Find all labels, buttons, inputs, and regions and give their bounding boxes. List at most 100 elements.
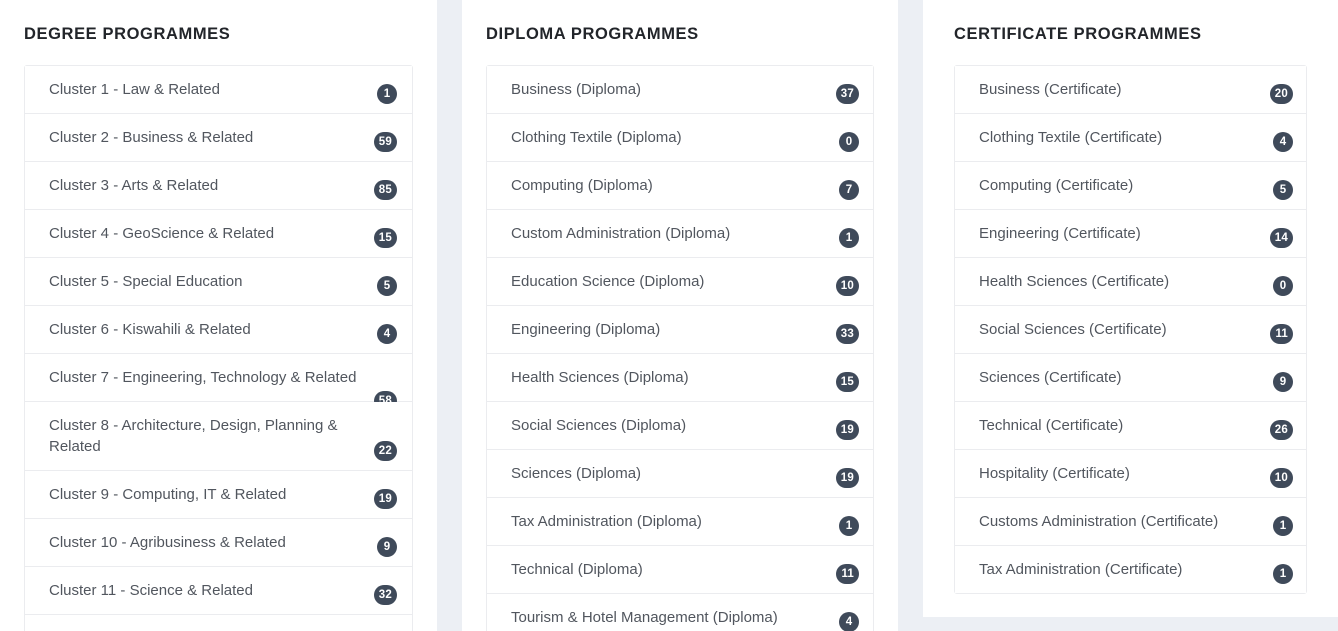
list-item-label: Social Sciences (Certificate) [979, 321, 1167, 338]
list-item-label: Cluster 4 - GeoScience & Related [49, 225, 275, 242]
degree-programmes-title: DEGREE PROGRAMMES [24, 25, 231, 43]
list-item[interactable]: Cluster 7 - Engineering, Technology & Re… [25, 354, 412, 411]
list-item[interactable]: Cluster 8 - Architecture, Design, Planni… [25, 402, 412, 471]
status-badge: 26 [1269, 420, 1293, 440]
list-item[interactable]: Technical (Certificate) 26 [955, 402, 1306, 450]
list-item[interactable]: Cluster 11 - Science & Related 32 [25, 567, 412, 615]
list-item-label: Tax Administration (Certificate) [979, 561, 1183, 578]
certificate-programmes-list: Business (Certificate) 20 Clothing Texti… [954, 65, 1307, 594]
list-item-label: Computing (Certificate) [979, 177, 1134, 194]
list-item[interactable]: Cluster 9 - Computing, IT & Related 19 [25, 471, 412, 519]
list-item[interactable]: Cluster 12 - Mathematics, Economics & Re… [25, 615, 412, 631]
list-item[interactable]: Social Sciences (Certificate) 11 [955, 306, 1306, 354]
status-badge: 20 [1269, 84, 1293, 104]
list-item-label: Business (Certificate) [979, 81, 1122, 98]
list-item-label: Hospitality (Certificate) [979, 465, 1130, 482]
list-item-label: Health Sciences (Diploma) [511, 369, 689, 386]
list-item[interactable]: Health Sciences (Certificate) 0 [955, 258, 1306, 306]
status-badge: 10 [1269, 468, 1293, 488]
list-item-label: Clothing Textile (Certificate) [979, 129, 1163, 146]
status-badge: 1 [839, 228, 859, 248]
panel-gap [437, 0, 462, 631]
list-item[interactable]: Hospitality (Certificate) 10 [955, 450, 1306, 498]
list-item[interactable]: Sciences (Certificate) 9 [955, 354, 1306, 402]
status-badge: 59 [373, 132, 397, 152]
status-badge: 4 [377, 324, 397, 344]
status-badge: 1 [839, 516, 859, 536]
list-item-label: Tax Administration (Diploma) [511, 513, 702, 530]
list-item[interactable]: Technical (Diploma) 11 [487, 546, 873, 594]
list-item[interactable]: Cluster 10 - Agribusiness & Related 9 [25, 519, 412, 567]
list-item-label: Health Sciences (Certificate) [979, 273, 1170, 290]
list-item[interactable]: Cluster 6 - Kiswahili & Related 4 [25, 306, 412, 354]
status-badge: 1 [377, 84, 397, 104]
list-item[interactable]: Tax Administration (Diploma) 1 [487, 498, 873, 546]
list-item-label: Cluster 6 - Kiswahili & Related [49, 321, 251, 338]
list-item[interactable]: Tax Administration (Certificate) 1 [955, 546, 1306, 593]
panel-gap [898, 0, 923, 631]
diploma-programmes-title: DIPLOMA PROGRAMMES [486, 25, 699, 43]
list-item[interactable]: Computing (Certificate) 5 [955, 162, 1306, 210]
status-badge: 9 [377, 537, 397, 557]
list-item[interactable]: Sciences (Diploma) 19 [487, 450, 873, 498]
list-item-label: Cluster 2 - Business & Related [49, 129, 254, 146]
list-item[interactable]: Cluster 1 - Law & Related 1 [25, 66, 412, 114]
diploma-programmes-panel: DIPLOMA PROGRAMMES Business (Diploma) 37… [462, 0, 898, 631]
list-item[interactable]: Tourism & Hotel Management (Diploma) 4 [487, 594, 873, 631]
status-badge: 9 [1273, 372, 1293, 392]
list-item-label: Cluster 8 - Architecture, Design, Planni… [49, 417, 338, 455]
list-item[interactable]: Customs Administration (Certificate) 1 [955, 498, 1306, 546]
programmes-page: DEGREE PROGRAMMES Cluster 1 - Law & Rela… [0, 0, 1338, 631]
diploma-programmes-list: Business (Diploma) 37 Clothing Textile (… [486, 65, 874, 631]
status-badge: 19 [835, 468, 859, 488]
list-item-label: Technical (Diploma) [511, 561, 643, 578]
list-item[interactable]: Cluster 5 - Special Education 5 [25, 258, 412, 306]
list-item[interactable]: Clothing Textile (Certificate) 4 [955, 114, 1306, 162]
list-item-label: Computing (Diploma) [511, 177, 653, 194]
list-item-label: Sciences (Diploma) [511, 465, 642, 482]
list-item[interactable]: Education Science (Diploma) 10 [487, 258, 873, 306]
list-item-label: Sciences (Certificate) [979, 369, 1122, 386]
status-badge: 15 [373, 228, 397, 248]
status-badge: 14 [1269, 228, 1293, 248]
status-badge: 37 [835, 84, 859, 104]
certificate-programmes-title: CERTIFICATE PROGRAMMES [954, 25, 1202, 43]
list-item[interactable]: Business (Certificate) 20 [955, 66, 1306, 114]
list-item[interactable]: Custom Administration (Diploma) 1 [487, 210, 873, 258]
status-badge: 11 [836, 564, 859, 584]
list-item[interactable]: Health Sciences (Diploma) 15 [487, 354, 873, 402]
certificate-panel-wrapper: CERTIFICATE PROGRAMMES Business (Certifi… [923, 0, 1338, 631]
status-badge: 1 [1273, 564, 1293, 584]
list-item-label: Cluster 7 - Engineering, Technology & Re… [49, 369, 357, 386]
list-item[interactable]: Engineering (Certificate) 14 [955, 210, 1306, 258]
certificate-programmes-panel: CERTIFICATE PROGRAMMES Business (Certifi… [923, 0, 1338, 617]
list-item-label: Customs Administration (Certificate) [979, 513, 1219, 530]
status-badge: 4 [1273, 132, 1293, 152]
list-item-label: Cluster 9 - Computing, IT & Related [49, 486, 287, 503]
status-badge: 22 [373, 441, 397, 461]
status-badge: 1 [1273, 516, 1293, 536]
list-item[interactable]: Cluster 4 - GeoScience & Related 15 [25, 210, 412, 258]
status-badge: 5 [1273, 180, 1293, 200]
status-badge: 32 [373, 585, 397, 605]
list-item-label: Social Sciences (Diploma) [511, 417, 687, 434]
list-item-label: Engineering (Diploma) [511, 321, 661, 338]
list-item[interactable]: Engineering (Diploma) 33 [487, 306, 873, 354]
list-item[interactable]: Computing (Diploma) 7 [487, 162, 873, 210]
list-item-label: Technical (Certificate) [979, 417, 1124, 434]
status-badge: 15 [835, 372, 859, 392]
list-item[interactable]: Clothing Textile (Diploma) 0 [487, 114, 873, 162]
degree-programmes-panel: DEGREE PROGRAMMES Cluster 1 - Law & Rela… [0, 0, 437, 631]
list-item-label: Cluster 1 - Law & Related [49, 81, 220, 98]
degree-programmes-list: Cluster 1 - Law & Related 1 Cluster 2 - … [24, 65, 413, 631]
list-item[interactable]: Social Sciences (Diploma) 19 [487, 402, 873, 450]
list-item-label: Clothing Textile (Diploma) [511, 129, 682, 146]
status-badge: 4 [839, 612, 859, 631]
status-badge: 0 [839, 132, 859, 152]
list-item[interactable]: Business (Diploma) 37 [487, 66, 873, 114]
list-item-label: Education Science (Diploma) [511, 273, 705, 290]
list-item[interactable]: Cluster 2 - Business & Related 59 [25, 114, 412, 162]
list-item-label: Cluster 5 - Special Education [49, 273, 243, 290]
list-item[interactable]: Cluster 3 - Arts & Related 85 [25, 162, 412, 210]
list-item-label: Engineering (Certificate) [979, 225, 1141, 242]
